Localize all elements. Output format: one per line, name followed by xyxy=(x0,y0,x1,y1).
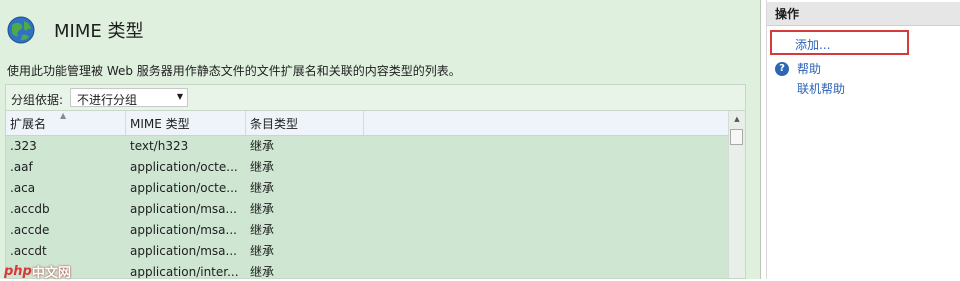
cell-extension: .accde xyxy=(10,223,50,237)
cell-extension: .aca xyxy=(10,181,36,195)
cell-entry-type: 继承 xyxy=(250,160,275,174)
cell-mime-type: application/octe... xyxy=(130,160,238,174)
table-row[interactable]: .accde application/msa... 继承 xyxy=(6,220,730,241)
help-icon: ? xyxy=(775,61,789,76)
dropdown-arrow-icon: ▼ xyxy=(176,92,183,101)
add-highlight-box xyxy=(770,30,909,55)
cell-mime-type: text/h323 xyxy=(130,139,189,153)
cell-extension: .accdb xyxy=(10,202,50,216)
group-by-bar: 分组依据: 不进行分组 ▼ xyxy=(5,84,746,110)
cell-entry-type: 继承 xyxy=(250,139,275,153)
scroll-thumb[interactable] xyxy=(730,129,743,145)
table-row[interactable]: .323 text/h323 继承 xyxy=(6,136,730,157)
group-by-select[interactable]: 不进行分组 ▼ xyxy=(70,88,188,107)
cell-entry-type: 继承 xyxy=(250,265,275,279)
table-row[interactable]: .aaf application/octe... 继承 xyxy=(6,157,730,178)
main-panel: MIME 类型 使用此功能管理被 Web 服务器用作静态文件的文件扩展名和关联的… xyxy=(0,0,761,281)
column-header-label: MIME 类型 xyxy=(130,117,190,131)
site-watermark: php 中文网 xyxy=(4,262,71,281)
table-row[interactable]: .aca application/octe... 继承 xyxy=(6,178,730,199)
actions-panel: 操作 添加... ? 帮助 联机帮助 xyxy=(766,0,960,279)
mime-globe-icon xyxy=(7,16,35,44)
cell-entry-type: 继承 xyxy=(250,202,275,216)
cell-mime-type: application/msa... xyxy=(130,244,237,258)
column-header-label: 扩展名 xyxy=(10,117,47,131)
help-action[interactable]: ? 帮助 xyxy=(775,60,821,77)
cell-mime-type: application/inter... xyxy=(130,265,239,279)
watermark-php: php xyxy=(4,264,32,279)
table-row[interactable]: .accdt application/msa... 继承 xyxy=(6,241,730,262)
mime-type-table: 扩展名 ▲ MIME 类型 条目类型 .323 text/h323 继承 .aa… xyxy=(5,110,746,279)
cell-extension: .323 xyxy=(10,139,37,153)
group-by-value: 不进行分组 xyxy=(77,93,138,107)
vertical-scrollbar[interactable]: ▲ xyxy=(728,111,745,278)
table-body: .323 text/h323 继承 .aaf application/octe.… xyxy=(6,136,730,279)
help-link[interactable]: 帮助 xyxy=(797,60,821,77)
scroll-up-icon[interactable]: ▲ xyxy=(729,111,745,127)
actions-header: 操作 xyxy=(767,2,960,26)
cell-entry-type: 继承 xyxy=(250,223,275,237)
page-title: MIME 类型 xyxy=(54,21,144,42)
table-row[interactable]: .accdb application/msa... 继承 xyxy=(6,199,730,220)
watermark-site: 中文网 xyxy=(31,266,71,281)
table-header: 扩展名 ▲ MIME 类型 条目类型 xyxy=(6,111,730,136)
cell-entry-type: 继承 xyxy=(250,181,275,195)
online-help-link[interactable]: 联机帮助 xyxy=(797,80,845,97)
cell-extension: .accdt xyxy=(10,244,47,258)
cell-entry-type: 继承 xyxy=(250,244,275,258)
sort-ascending-icon: ▲ xyxy=(60,111,67,120)
cell-extension: .aaf xyxy=(10,160,33,174)
group-by-label: 分组依据: xyxy=(11,93,64,107)
table-row[interactable]: application/inter... 继承 xyxy=(6,262,730,279)
column-header-label: 条目类型 xyxy=(250,117,299,131)
column-header-mime-type[interactable]: MIME 类型 xyxy=(126,111,246,135)
cell-mime-type: application/msa... xyxy=(130,202,237,216)
page-header: MIME 类型 xyxy=(6,14,143,46)
add-link[interactable]: 添加... xyxy=(795,36,830,53)
column-header-extension[interactable]: 扩展名 ▲ xyxy=(6,111,126,135)
page-description: 使用此功能管理被 Web 服务器用作静态文件的文件扩展名和关联的内容类型的列表。 xyxy=(7,64,461,78)
column-header-entry-type[interactable]: 条目类型 xyxy=(246,111,364,135)
cell-mime-type: application/msa... xyxy=(130,223,237,237)
cell-mime-type: application/octe... xyxy=(130,181,238,195)
